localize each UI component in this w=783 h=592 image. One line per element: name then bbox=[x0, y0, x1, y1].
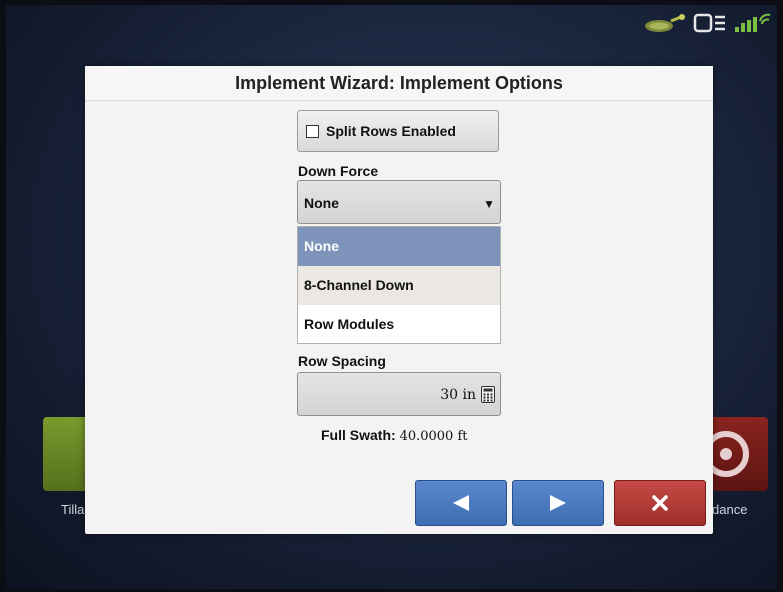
guidance-tile-label: dance bbox=[712, 502, 748, 517]
chevron-down-icon: ▼ bbox=[483, 197, 495, 211]
option-none[interactable]: None bbox=[298, 227, 500, 266]
guidance-tile[interactable] bbox=[703, 417, 768, 491]
row-spacing-value: 30 in bbox=[440, 387, 476, 403]
signal-strength-icon[interactable] bbox=[733, 11, 773, 35]
cancel-button[interactable] bbox=[614, 480, 706, 526]
full-swath-value: 40.0000 ft bbox=[399, 429, 468, 444]
full-swath-readout: Full Swath: 40.0000 ft bbox=[321, 427, 468, 444]
right-arrow-icon bbox=[550, 495, 566, 511]
gps-antenna-icon[interactable] bbox=[643, 12, 687, 34]
down-force-selected-value: None bbox=[304, 195, 339, 211]
x-icon bbox=[652, 495, 668, 511]
calculator-icon[interactable] bbox=[481, 386, 495, 408]
steering-wheel-icon bbox=[703, 431, 749, 477]
split-rows-checkbox[interactable] bbox=[306, 124, 319, 138]
dialog-title: Implement Wizard: Implement Options bbox=[85, 66, 713, 101]
down-force-select[interactable]: None ▼ bbox=[297, 180, 501, 224]
row-spacing-label: Row Spacing bbox=[298, 353, 386, 369]
down-force-label: Down Force bbox=[298, 163, 379, 179]
implement-options-dialog: Implement Wizard: Implement Options Spli… bbox=[85, 66, 713, 534]
status-bar bbox=[643, 11, 773, 35]
implement-status-icon[interactable] bbox=[693, 12, 727, 34]
full-swath-label: Full Swath: bbox=[321, 427, 396, 443]
option-row-modules[interactable]: Row Modules bbox=[298, 305, 500, 344]
tillage-tile-label: Tilla bbox=[61, 502, 85, 517]
left-arrow-icon bbox=[453, 495, 469, 511]
row-spacing-field[interactable]: 30 in bbox=[297, 372, 501, 416]
previous-button[interactable] bbox=[415, 480, 507, 526]
next-button[interactable] bbox=[512, 480, 604, 526]
option-8-channel-down[interactable]: 8-Channel Down bbox=[298, 266, 500, 305]
split-rows-toggle[interactable]: Split Rows Enabled bbox=[297, 110, 499, 152]
down-force-options-list: None 8-Channel Down Row Modules bbox=[297, 226, 501, 344]
split-rows-label: Split Rows Enabled bbox=[326, 123, 456, 139]
